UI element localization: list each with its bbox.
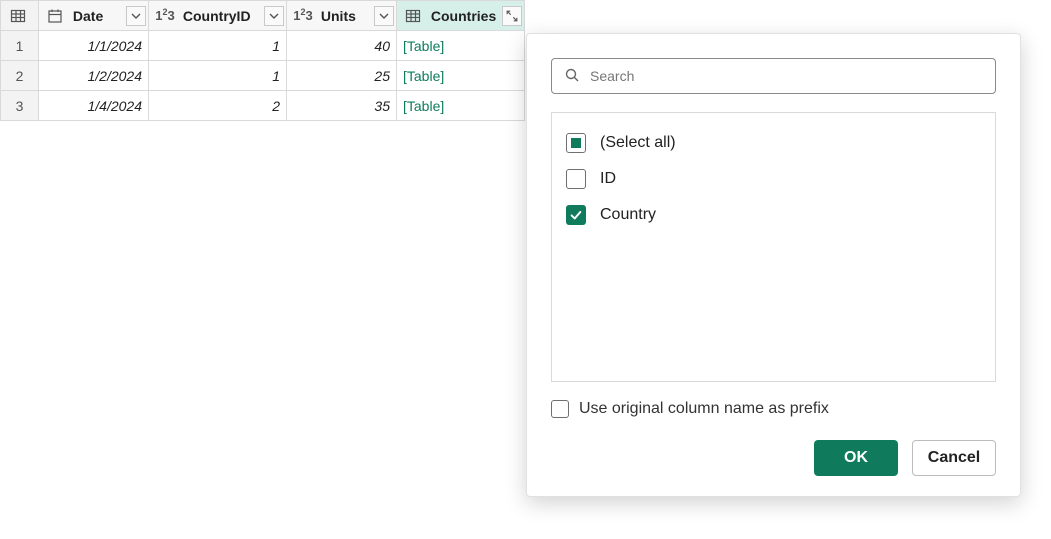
column-header-countries[interactable]: Countries [397, 1, 525, 31]
option-id[interactable]: ID [566, 161, 981, 197]
cell-units[interactable]: 40 [287, 31, 397, 61]
row-number: 3 [1, 91, 39, 121]
ok-button[interactable]: OK [814, 440, 898, 476]
cancel-button[interactable]: Cancel [912, 440, 996, 476]
option-label: Country [600, 206, 656, 224]
option-label: ID [600, 170, 616, 188]
row-number: 1 [1, 31, 39, 61]
column-label: Date [73, 8, 103, 24]
number-type-icon: 123 [155, 6, 175, 26]
column-filter-button[interactable] [126, 6, 146, 26]
checkbox-indeterminate[interactable] [566, 133, 586, 153]
column-filter-button[interactable] [264, 6, 284, 26]
column-label: Units [321, 8, 356, 24]
column-header-date[interactable]: Date [39, 1, 149, 31]
cell-countries[interactable]: [Table] [397, 31, 525, 61]
number-type-icon: 123 [293, 6, 313, 26]
cell-countryid[interactable]: 1 [149, 61, 287, 91]
prefix-label: Use original column name as prefix [579, 400, 829, 418]
cell-date[interactable]: 1/2/2024 [39, 61, 149, 91]
search-box[interactable] [551, 58, 996, 94]
table-row[interactable]: 3 1/4/2024 2 35 [Table] [1, 91, 525, 121]
expand-column-button[interactable] [502, 6, 522, 26]
cell-date[interactable]: 1/1/2024 [39, 31, 149, 61]
column-header-units[interactable]: 123 Units [287, 1, 397, 31]
expand-column-panel: (Select all) ID Country Use original col… [526, 33, 1021, 497]
data-grid: Date 123 CountryID 123 Units [0, 0, 525, 121]
checkbox-checked[interactable] [566, 205, 586, 225]
option-country[interactable]: Country [566, 197, 981, 233]
option-label: (Select all) [600, 134, 676, 152]
cell-date[interactable]: 1/4/2024 [39, 91, 149, 121]
column-header-countryid[interactable]: 123 CountryID [149, 1, 287, 31]
prefix-option[interactable]: Use original column name as prefix [551, 400, 996, 418]
column-options-list: (Select all) ID Country [551, 112, 996, 382]
search-icon [564, 67, 580, 86]
option-select-all[interactable]: (Select all) [566, 125, 981, 161]
cell-units[interactable]: 25 [287, 61, 397, 91]
cell-countryid[interactable]: 1 [149, 31, 287, 61]
checkbox-unchecked[interactable] [551, 400, 569, 418]
cell-countries[interactable]: [Table] [397, 91, 525, 121]
search-input[interactable] [588, 67, 983, 85]
table-icon [403, 6, 423, 26]
column-label: Countries [431, 8, 496, 24]
table-row[interactable]: 2 1/2/2024 1 25 [Table] [1, 61, 525, 91]
calendar-icon [45, 6, 65, 26]
table-icon [8, 6, 28, 26]
column-filter-button[interactable] [374, 6, 394, 26]
cell-countryid[interactable]: 2 [149, 91, 287, 121]
row-number: 2 [1, 61, 39, 91]
column-label: CountryID [183, 8, 251, 24]
checkbox-unchecked[interactable] [566, 169, 586, 189]
cell-countries[interactable]: [Table] [397, 61, 525, 91]
dialog-buttons: OK Cancel [551, 440, 996, 476]
table-row[interactable]: 1 1/1/2024 1 40 [Table] [1, 31, 525, 61]
row-number-header [1, 1, 39, 31]
cell-units[interactable]: 35 [287, 91, 397, 121]
